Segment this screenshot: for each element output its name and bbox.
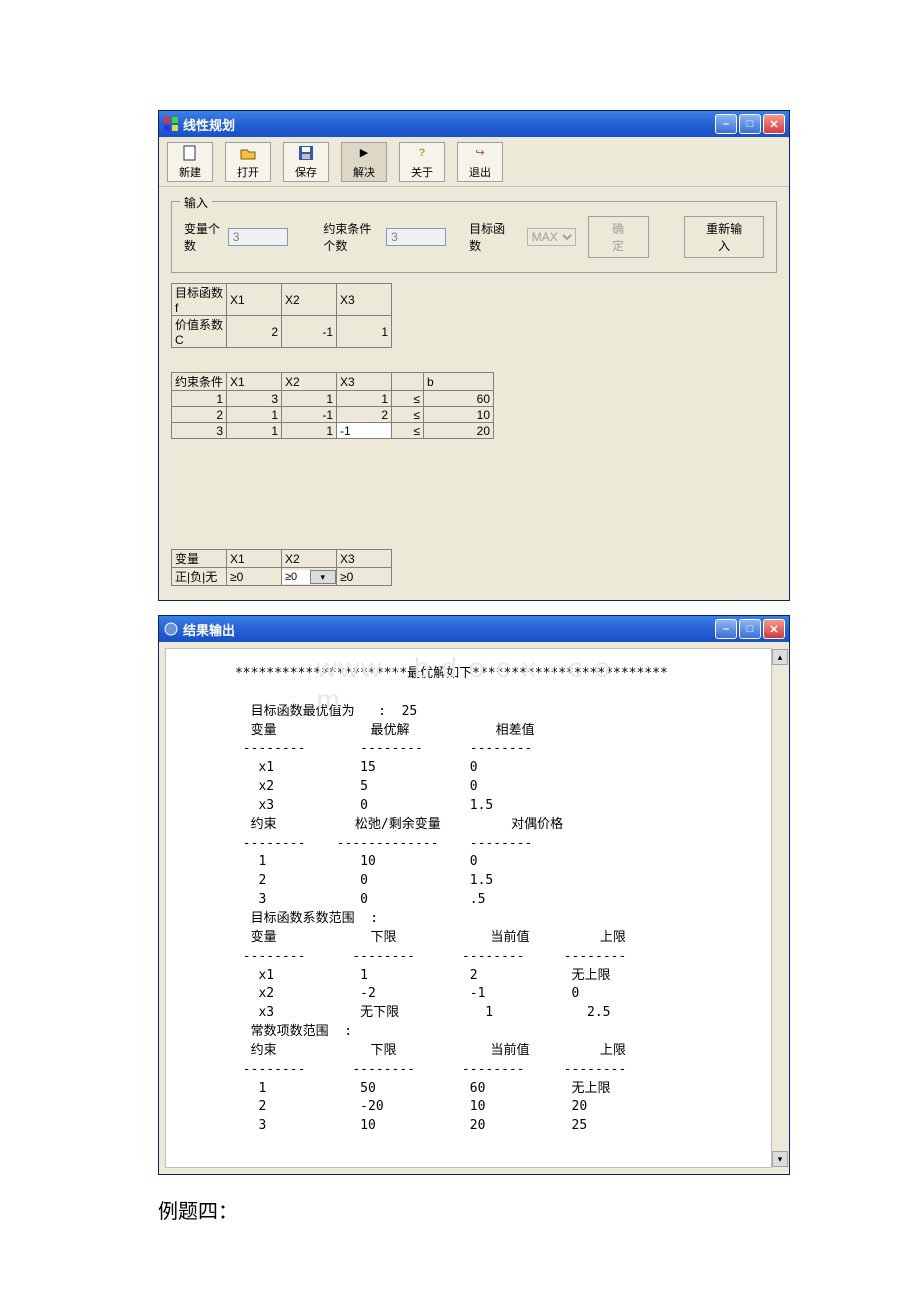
- exit-button[interactable]: ↪ 退出: [457, 142, 503, 182]
- constr-cell[interactable]: 2: [337, 407, 392, 423]
- scroll-down-icon[interactable]: ▾: [772, 1151, 788, 1167]
- sign-label: 变量: [172, 550, 227, 568]
- constr-cell[interactable]: 3: [227, 391, 282, 407]
- constr-idx: 2: [172, 407, 227, 423]
- constr-b[interactable]: 60: [424, 391, 494, 407]
- lp-input-window: 线性规划 – □ ✕ 新建 打开 保存 ▶ 解决 ? 关于 ↪ 退出: [158, 110, 790, 601]
- constr-h-x1: X1: [227, 373, 282, 391]
- objective-table: 目标函数f X1 X2 X3 价值系数C 2 -1 1: [171, 283, 392, 348]
- constr-op[interactable]: ≤: [392, 391, 424, 407]
- dropdown-icon[interactable]: ▾: [310, 570, 337, 584]
- sign-h-x3: X3: [337, 550, 392, 568]
- about-icon: ?: [419, 144, 426, 162]
- obj-row2-label: 价值系数C: [172, 316, 227, 348]
- obj-label: 目标函数: [469, 220, 507, 254]
- constr-b[interactable]: 10: [424, 407, 494, 423]
- constr-h-op: [392, 373, 424, 391]
- app-icon: [163, 116, 179, 132]
- constr-count-input[interactable]: [386, 228, 446, 246]
- constr-label: 约束条件: [172, 373, 227, 391]
- titlebar-2: 结果输出 – □ ✕: [159, 616, 789, 642]
- sign-x1[interactable]: ≥0: [227, 568, 282, 586]
- open-button[interactable]: 打开: [225, 142, 271, 182]
- result-text: **********************最优解如下*************…: [165, 648, 783, 1168]
- sign-x2-value: ≥0: [285, 571, 310, 583]
- constr-h-b: b: [424, 373, 494, 391]
- constr-count-label: 约束条件个数: [323, 220, 380, 254]
- save-label: 保存: [295, 164, 317, 180]
- sign-h-x1: X1: [227, 550, 282, 568]
- constr-h-x2: X2: [282, 373, 337, 391]
- new-label: 新建: [179, 164, 201, 180]
- sign-table: 变量 X1 X2 X3 正|负|无 ≥0 ≥0 ▾ ≥0: [171, 549, 392, 586]
- input-panel: 输入 变量个数 约束条件个数 目标函数 MAX 确定 重新输入 目标函数f: [159, 187, 789, 600]
- constr-cell[interactable]: 1: [337, 391, 392, 407]
- result-window: 结果输出 – □ ✕ **********************最优解如下**…: [158, 615, 790, 1175]
- input-legend: 输入: [180, 194, 212, 211]
- constr-row-1: 1 3 1 1 ≤ 60: [172, 391, 494, 407]
- save-button[interactable]: 保存: [283, 142, 329, 182]
- open-label: 打开: [237, 164, 259, 180]
- page-caption: 例题四：: [158, 1195, 790, 1224]
- about-label: 关于: [411, 164, 433, 180]
- constr-cell[interactable]: -1: [282, 407, 337, 423]
- close-button[interactable]: ✕: [763, 114, 785, 134]
- window-title: 线性规划: [183, 115, 715, 134]
- constr-row-2: 2 1 -1 2 ≤ 10: [172, 407, 494, 423]
- sign-h-x2: X2: [282, 550, 337, 568]
- about-button[interactable]: ? 关于: [399, 142, 445, 182]
- reset-button[interactable]: 重新输入: [684, 216, 764, 258]
- constr-cell[interactable]: 1: [227, 407, 282, 423]
- toolbar: 新建 打开 保存 ▶ 解决 ? 关于 ↪ 退出: [159, 137, 789, 187]
- minimize-button[interactable]: –: [715, 619, 737, 639]
- ok-button[interactable]: 确定: [588, 216, 649, 258]
- obj-h-x2: X2: [282, 284, 337, 316]
- maximize-button[interactable]: □: [739, 114, 761, 134]
- obj-row1-label: 目标函数f: [172, 284, 227, 316]
- window-title-2: 结果输出: [183, 620, 715, 639]
- result-container: **********************最优解如下*************…: [159, 648, 789, 1168]
- new-button[interactable]: 新建: [167, 142, 213, 182]
- obj-type-select[interactable]: MAX: [527, 228, 576, 246]
- constr-cell[interactable]: 1: [282, 391, 337, 407]
- obj-c3[interactable]: 1: [337, 316, 392, 348]
- constr-idx: 3: [172, 423, 227, 439]
- constr-cell-editing[interactable]: -1: [337, 423, 392, 439]
- solve-icon: ▶: [360, 144, 368, 162]
- scroll-up-icon[interactable]: ▴: [772, 649, 788, 665]
- solve-button[interactable]: ▶ 解决: [341, 142, 387, 182]
- save-icon: [298, 144, 314, 162]
- close-button[interactable]: ✕: [763, 619, 785, 639]
- new-icon: [182, 144, 198, 162]
- obj-h-x3: X3: [337, 284, 392, 316]
- sign-x2[interactable]: ≥0 ▾: [282, 568, 337, 586]
- maximize-button[interactable]: □: [739, 619, 761, 639]
- var-count-label: 变量个数: [184, 220, 222, 254]
- solve-label: 解决: [353, 164, 375, 180]
- constr-idx: 1: [172, 391, 227, 407]
- constr-row-3: 3 1 1 -1 ≤ 20: [172, 423, 494, 439]
- sign-x3[interactable]: ≥0: [337, 568, 392, 586]
- obj-c1[interactable]: 2: [227, 316, 282, 348]
- constr-cell[interactable]: 1: [282, 423, 337, 439]
- exit-icon: ↪: [475, 144, 484, 162]
- app-icon-2: [163, 621, 179, 637]
- constr-h-x3: X3: [337, 373, 392, 391]
- obj-c2[interactable]: -1: [282, 316, 337, 348]
- sign-sublabel: 正|负|无: [172, 568, 227, 586]
- constr-b[interactable]: 20: [424, 423, 494, 439]
- constr-op[interactable]: ≤: [392, 423, 424, 439]
- constr-op[interactable]: ≤: [392, 407, 424, 423]
- exit-label: 退出: [469, 164, 491, 180]
- obj-h-x1: X1: [227, 284, 282, 316]
- scrollbar[interactable]: ▴ ▾: [771, 648, 789, 1168]
- open-icon: [240, 144, 256, 162]
- constraint-table: 约束条件 X1 X2 X3 b 1 3 1 1 ≤ 60 2 1 -1 2 ≤: [171, 372, 494, 439]
- minimize-button[interactable]: –: [715, 114, 737, 134]
- var-count-input[interactable]: [228, 228, 288, 246]
- titlebar: 线性规划 – □ ✕: [159, 111, 789, 137]
- constr-cell[interactable]: 1: [227, 423, 282, 439]
- input-fieldset: 输入 变量个数 约束条件个数 目标函数 MAX 确定 重新输入: [171, 201, 777, 273]
